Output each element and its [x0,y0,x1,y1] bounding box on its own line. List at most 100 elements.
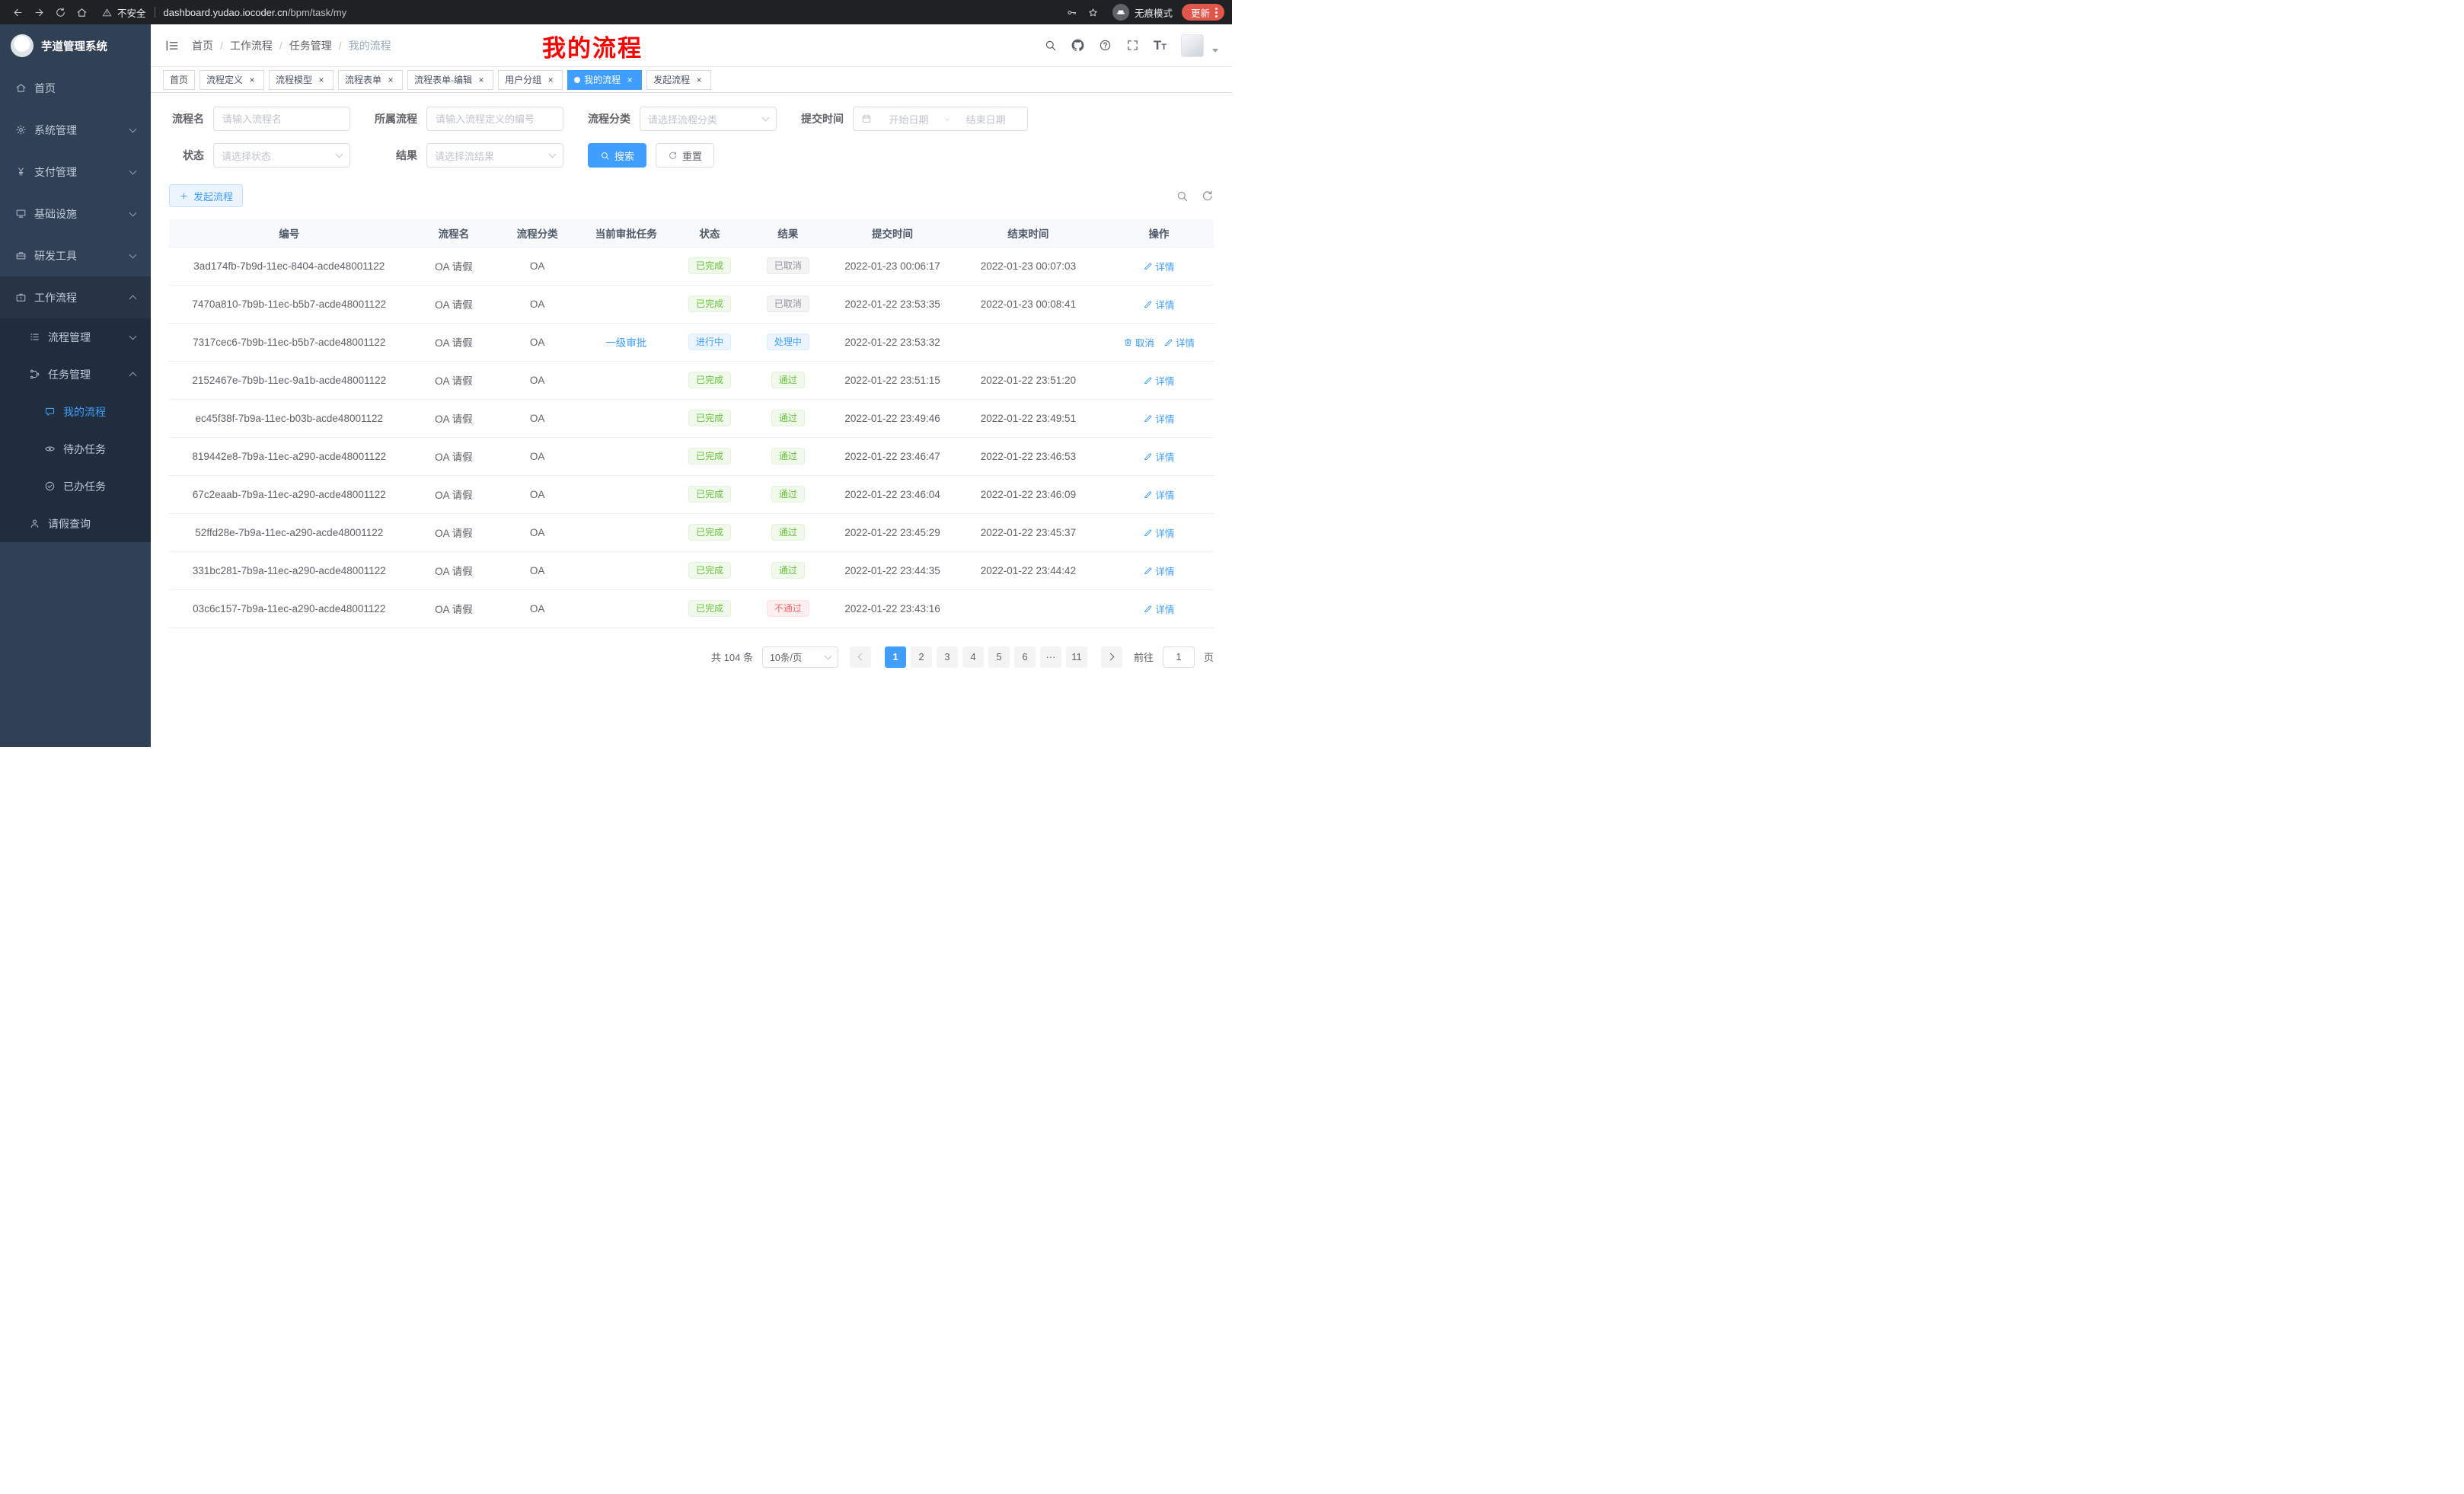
next-page-button[interactable] [1101,646,1122,668]
action-detail-link[interactable]: 详情 [1143,563,1174,578]
sidebar: 芋道管理系统 首页系统管理支付管理基础设施研发工具工作流程流程管理任务管理我的流… [0,24,151,747]
reload-button[interactable] [50,2,70,22]
page-size-select[interactable]: 10条/页 [762,646,838,668]
back-button[interactable] [8,2,27,22]
bookmark-button[interactable] [1084,2,1103,22]
breadcrumb-item-task-management[interactable]: 任务管理 [289,38,332,53]
goto-page-input[interactable] [1163,646,1195,668]
process-category: OA [498,589,576,627]
browser-menu-icon[interactable] [1215,8,1218,18]
current-task-cell [576,475,675,513]
page-number-3[interactable]: 3 [937,646,958,668]
status-select[interactable]: 请选择状态 [213,143,350,168]
sidebar-item-my-process[interactable]: 我的流程 [0,393,151,430]
action-detail-link[interactable]: 详情 [1163,335,1195,350]
page-number-1[interactable]: 1 [885,646,906,668]
tab-my-process[interactable]: 我的流程× [567,70,642,90]
fullscreen-icon[interactable] [1126,39,1139,52]
page-number-6[interactable]: 6 [1014,646,1036,668]
tab-close-icon[interactable]: × [476,75,487,85]
address-bar[interactable]: 不安全 dashboard.yudao.iocoder.cn/bpm/task/… [102,5,346,20]
result-badge: 通过 [771,562,805,579]
search-icon[interactable] [1044,39,1057,52]
action-detail-link[interactable]: 详情 [1143,297,1174,311]
action-detail-link[interactable]: 详情 [1143,602,1174,616]
sidebar-item-todo-tasks[interactable]: 待办任务 [0,430,151,468]
action-cancel-link[interactable]: 取消 [1123,335,1154,350]
tab-close-icon[interactable]: × [545,75,556,85]
refresh-icon[interactable] [1201,190,1214,203]
home-icon [15,82,27,94]
tab-close-icon[interactable]: × [385,75,396,85]
page-number-4[interactable]: 4 [962,646,984,668]
sidebar-item-process-management[interactable]: 流程管理 [0,318,151,356]
breadcrumb-item-home[interactable]: 首页 [192,38,213,53]
sidebar-item-leave-query[interactable]: 请假查询 [0,505,151,542]
process-id: 7470a810-7b9b-11ec-b5b7-acde48001122 [169,285,410,323]
result-select[interactable]: 请选择流结果 [426,143,563,168]
status-cell: 已完成 [675,399,743,437]
tab-close-icon[interactable]: × [247,75,257,85]
prev-page-button[interactable] [850,646,871,668]
tab-process-model[interactable]: 流程模型× [269,70,334,90]
reload-icon [55,7,66,18]
tab-process-form[interactable]: 流程表单× [338,70,403,90]
result-label: 结果 [375,148,417,163]
sidebar-item-infrastructure[interactable]: 基础设施 [0,193,151,235]
current-task-cell [576,437,675,475]
sidebar-item-system[interactable]: 系统管理 [0,109,151,151]
process-name: OA 请假 [410,551,499,589]
action-detail-link[interactable]: 详情 [1143,487,1174,502]
tab-close-icon[interactable]: × [316,75,327,85]
sidebar-item-dev-tools[interactable]: 研发工具 [0,235,151,276]
tab-start-process[interactable]: 发起流程× [646,70,711,90]
toggle-search-icon[interactable] [1176,190,1189,203]
process-name-input[interactable] [213,107,350,131]
password-key-button[interactable] [1062,2,1082,22]
page-number-2[interactable]: 2 [911,646,932,668]
user-avatar[interactable] [1181,34,1204,57]
current-task-cell [576,285,675,323]
tab-user-group[interactable]: 用户分组× [498,70,563,90]
action-detail-link[interactable]: 详情 [1143,373,1174,388]
submit-time-range-picker[interactable]: 开始日期 - 结束日期 [853,107,1028,131]
tab-close-icon[interactable]: × [694,75,704,85]
action-detail-link[interactable]: 详情 [1143,411,1174,426]
action-label: 详情 [1176,335,1195,350]
app-logo[interactable]: 芋道管理系统 [0,24,151,67]
font-size-icon[interactable]: TT [1154,39,1167,52]
avatar-caret-down-icon[interactable] [1212,49,1218,53]
tab-close-icon[interactable]: × [624,75,635,85]
page-number-5[interactable]: 5 [988,646,1010,668]
table-row: 52ffd28e-7b9a-11ec-a290-acde48001122OA 请… [169,513,1214,551]
help-icon[interactable] [1099,39,1112,52]
forward-button[interactable] [29,2,49,22]
sidebar-item-done-tasks[interactable]: 已办任务 [0,468,151,505]
end-time: 2022-01-23 00:07:03 [953,247,1104,285]
action-detail-link[interactable]: 详情 [1143,525,1174,540]
breadcrumb-item-workflow[interactable]: 工作流程 [230,38,273,53]
search-button[interactable]: 搜索 [588,143,646,168]
current-task-link[interactable]: 一级审批 [605,337,646,349]
column-header: 结束时间 [953,219,1104,247]
action-detail-link[interactable]: 详情 [1143,449,1174,464]
start-process-button[interactable]: 发起流程 [169,184,243,207]
sidebar-collapse-icon[interactable] [164,38,180,53]
tab-process-definition[interactable]: 流程定义× [199,70,264,90]
sidebar-item-home[interactable]: 首页 [0,67,151,109]
browser-home-button[interactable] [72,2,91,22]
category-select[interactable]: 请选择流程分类 [640,107,777,131]
page-ellipsis[interactable]: ··· [1040,646,1061,668]
action-detail-link[interactable]: 详情 [1143,259,1174,273]
github-icon[interactable] [1071,39,1084,52]
sidebar-item-workflow[interactable]: 工作流程 [0,276,151,318]
process-definition-input[interactable] [426,107,563,131]
page-number-11[interactable]: 11 [1066,646,1087,668]
sidebar-item-payment[interactable]: 支付管理 [0,151,151,193]
tab-process-form-edit[interactable]: 流程表单-编辑× [407,70,493,90]
start-process-label: 发起流程 [193,189,233,203]
update-button[interactable]: 更新 [1182,4,1224,21]
reset-button[interactable]: 重置 [656,143,714,168]
sidebar-item-task-management[interactable]: 任务管理 [0,356,151,393]
tab-home[interactable]: 首页 [163,70,195,90]
